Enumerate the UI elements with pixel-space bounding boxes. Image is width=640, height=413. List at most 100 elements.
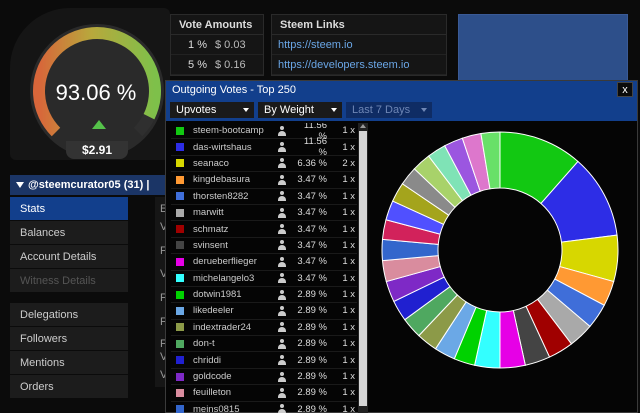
vote-row[interactable]: kingdebasura 3.47 % 1 x bbox=[171, 172, 357, 189]
vote-row[interactable]: das-wirtshaus 11.56 % 1 x bbox=[171, 136, 357, 158]
color-swatch bbox=[176, 323, 184, 332]
voting-power-value: 93.06 % bbox=[55, 80, 137, 105]
user-icon[interactable] bbox=[277, 125, 287, 136]
user-icon[interactable] bbox=[277, 273, 287, 284]
vote-row[interactable]: chriddi 2.89 % 1 x bbox=[171, 352, 357, 369]
chevron-down-icon bbox=[421, 108, 427, 112]
voter-name[interactable]: don-t bbox=[193, 338, 277, 349]
vote-percent: 2.89 % bbox=[297, 403, 327, 413]
voter-name[interactable]: meins0815 bbox=[193, 404, 277, 413]
menu-item-orders[interactable]: Orders bbox=[10, 375, 128, 399]
color-swatch bbox=[176, 208, 184, 217]
vote-percent: 2.89 % bbox=[297, 305, 327, 317]
account-header[interactable]: @steemcurator05 (31) | Feed | bbox=[10, 175, 170, 211]
user-icon[interactable] bbox=[277, 322, 287, 333]
vote-row[interactable]: feuilleton 2.89 % 1 x bbox=[171, 385, 357, 402]
vote-row[interactable]: likedeeler 2.89 % 1 x bbox=[171, 303, 357, 320]
user-icon[interactable] bbox=[277, 191, 287, 202]
voter-name[interactable]: derueberflieger bbox=[193, 256, 277, 267]
link-developers-steem-io[interactable]: https://developers.steem.io bbox=[272, 55, 446, 75]
user-icon[interactable] bbox=[277, 371, 287, 382]
info-panel bbox=[458, 14, 628, 84]
vote-row[interactable]: schmatz 3.47 % 1 x bbox=[171, 221, 357, 238]
vote-row[interactable]: steem-bootcamp 11.56 % 1 x bbox=[171, 123, 357, 142]
sort-select[interactable]: By Weight bbox=[258, 102, 342, 118]
vote-percent: 3.47 % bbox=[297, 190, 327, 202]
voter-name[interactable]: chriddi bbox=[193, 355, 277, 366]
menu-item-account-details[interactable]: Account Details bbox=[10, 245, 128, 269]
vote-count: 1 x bbox=[342, 338, 355, 350]
vote-row[interactable]: svinsent 3.47 % 1 x bbox=[171, 238, 357, 255]
user-icon[interactable] bbox=[277, 355, 287, 366]
color-swatch bbox=[176, 143, 184, 152]
menu-item-followers[interactable]: Followers bbox=[10, 327, 128, 351]
user-icon[interactable] bbox=[277, 142, 287, 153]
vote-amount-percent: 1 % bbox=[188, 39, 207, 51]
steem-links-panel: Steem Links https://steem.io https://dev… bbox=[271, 14, 447, 76]
vote-row[interactable]: michelangelo3 3.47 % 1 x bbox=[171, 271, 357, 287]
color-swatch bbox=[176, 175, 184, 184]
voter-name[interactable]: dotwin1981 bbox=[193, 289, 277, 300]
user-icon[interactable] bbox=[277, 207, 287, 218]
vote-row[interactable]: marwitt 3.47 % 1 x bbox=[171, 205, 357, 222]
vote-row[interactable]: don-t 2.89 % 1 x bbox=[171, 336, 357, 353]
vote-amount-row: 1 % $ 0.03 bbox=[171, 35, 263, 55]
vote-type-value: Upvotes bbox=[176, 104, 217, 116]
vote-count: 1 x bbox=[342, 272, 355, 284]
user-icon[interactable] bbox=[277, 305, 287, 316]
voter-name[interactable]: goldcode bbox=[193, 371, 277, 382]
vote-row[interactable]: indextrader24 2.89 % 1 x bbox=[171, 320, 357, 337]
user-icon[interactable] bbox=[277, 240, 287, 251]
voter-name[interactable]: seanaco bbox=[193, 158, 277, 169]
user-icon[interactable] bbox=[277, 289, 287, 300]
menu-item-balances[interactable]: Balances bbox=[10, 221, 128, 245]
voter-name[interactable]: schmatz bbox=[193, 224, 277, 235]
voter-name[interactable]: marwitt bbox=[193, 207, 277, 218]
user-icon[interactable] bbox=[277, 338, 287, 349]
voter-name[interactable]: steem-bootcamp bbox=[193, 125, 277, 136]
vote-value-usd: $2.91 bbox=[66, 141, 128, 159]
color-swatch bbox=[176, 225, 184, 234]
votes-donut-chart bbox=[381, 131, 619, 369]
user-icon[interactable] bbox=[277, 158, 287, 169]
voter-name[interactable]: indextrader24 bbox=[193, 322, 277, 333]
chevron-down-icon bbox=[331, 108, 337, 112]
voter-name[interactable]: kingdebasura bbox=[193, 174, 277, 185]
chevron-down-icon bbox=[243, 108, 249, 112]
vote-type-select[interactable]: Upvotes bbox=[170, 102, 254, 118]
vote-count: 1 x bbox=[342, 387, 355, 399]
voter-name[interactable]: likedeeler bbox=[193, 305, 277, 316]
voter-name[interactable]: das-wirtshaus bbox=[193, 142, 277, 153]
steem-links-title: Steem Links bbox=[272, 15, 446, 35]
vote-row[interactable]: goldcode 2.89 % 1 x bbox=[171, 369, 357, 386]
voter-name[interactable]: feuilleton bbox=[193, 387, 277, 398]
scrollbar-thumb[interactable] bbox=[359, 131, 367, 406]
link-steem-io[interactable]: https://steem.io bbox=[272, 35, 446, 55]
user-icon[interactable] bbox=[277, 174, 287, 185]
vote-count: 1 x bbox=[342, 207, 355, 219]
color-swatch bbox=[176, 290, 184, 299]
voter-name[interactable]: svinsent bbox=[193, 240, 277, 251]
voter-name[interactable]: michelangelo3 bbox=[193, 273, 277, 284]
vote-row[interactable]: derueberflieger 3.47 % 1 x bbox=[171, 254, 357, 271]
scroll-up-icon[interactable] bbox=[360, 124, 366, 128]
caret-down-icon[interactable] bbox=[16, 182, 24, 189]
vote-row[interactable]: thorsten8282 3.47 % 1 x bbox=[171, 189, 357, 205]
user-icon[interactable] bbox=[277, 404, 287, 413]
vote-count: 1 x bbox=[342, 174, 355, 186]
close-button[interactable]: x bbox=[617, 82, 633, 97]
user-icon[interactable] bbox=[277, 256, 287, 267]
vote-row[interactable]: meins0815 2.89 % 1 x bbox=[171, 402, 357, 413]
vote-percent: 3.47 % bbox=[297, 207, 327, 219]
menu-item-stats[interactable]: Stats bbox=[10, 197, 128, 221]
list-scrollbar[interactable] bbox=[358, 123, 368, 413]
menu-item-delegations[interactable]: Delegations bbox=[10, 303, 128, 327]
period-select[interactable]: Last 7 Days bbox=[346, 102, 432, 118]
vote-row[interactable]: dotwin1981 2.89 % 1 x bbox=[171, 287, 357, 304]
menu-item-mentions[interactable]: Mentions bbox=[10, 351, 128, 375]
vote-row[interactable]: seanaco 6.36 % 2 x bbox=[171, 156, 357, 173]
outgoing-votes-dialog: Outgoing Votes - Top 250 x Upvotes By We… bbox=[165, 80, 638, 413]
voter-name[interactable]: thorsten8282 bbox=[193, 191, 277, 202]
user-icon[interactable] bbox=[277, 387, 287, 398]
user-icon[interactable] bbox=[277, 224, 287, 235]
